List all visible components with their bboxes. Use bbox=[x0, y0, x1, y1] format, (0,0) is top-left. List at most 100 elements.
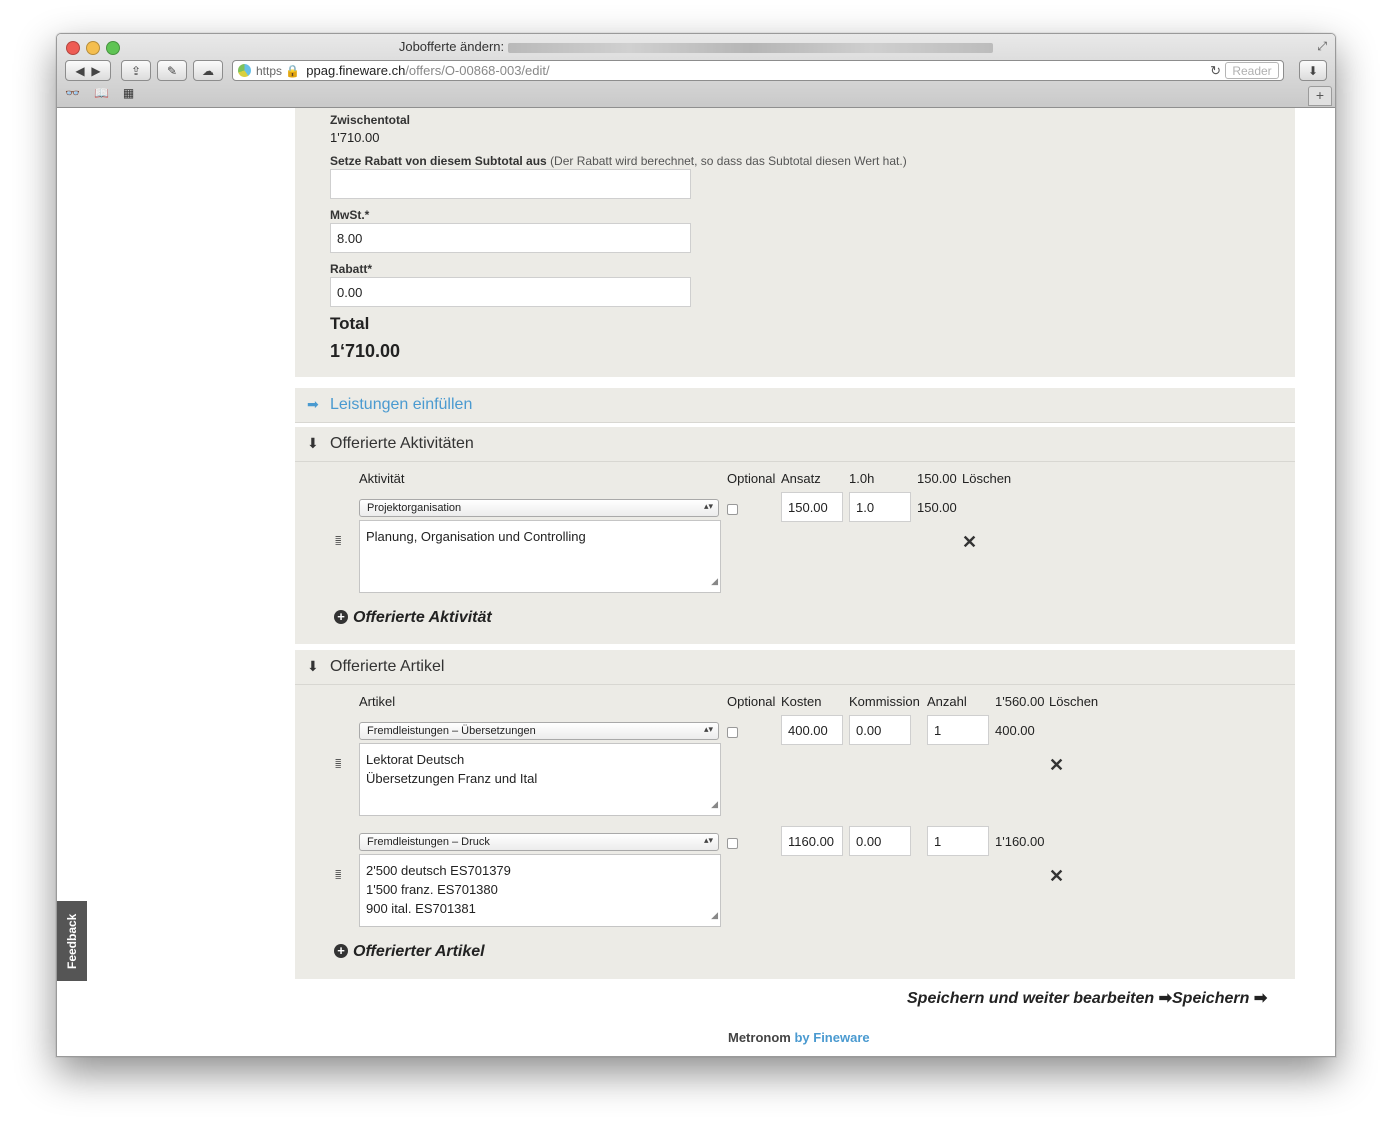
window-title: Jobofferte ändern: bbox=[57, 39, 1335, 54]
browser-window: Jobofferte ändern: ⤢ ◀ ▶ ⇪ ✎ ☁ https 🔒 p… bbox=[56, 33, 1336, 1057]
plus-circle-icon: + bbox=[334, 610, 348, 624]
download-icon: ⬇ bbox=[1307, 63, 1319, 78]
activity-select[interactable]: Projektorganisation ▴▾ bbox=[359, 499, 719, 517]
article-count-input[interactable]: 1 bbox=[927, 715, 989, 745]
arrow-down-icon: ⬇ bbox=[307, 435, 319, 451]
articles-header[interactable]: ⬇ Offerierte Artikel bbox=[295, 650, 1295, 685]
new-tab-button[interactable]: + bbox=[1308, 86, 1332, 106]
col-optional: Optional bbox=[727, 694, 776, 709]
bookmarks-bar: 👓 📖 ▦ bbox=[65, 86, 134, 100]
plus-circle-icon: + bbox=[334, 944, 348, 958]
reader-button[interactable]: Reader bbox=[1225, 62, 1279, 79]
fullscreen-icon[interactable]: ⤢ bbox=[1317, 39, 1327, 54]
discount-from-label: Setze Rabatt von diesem Subtotal aus (De… bbox=[330, 154, 907, 168]
discount-from-input[interactable] bbox=[330, 169, 691, 199]
site-icon bbox=[238, 64, 251, 77]
article-description[interactable]: 2'500 deutsch ES701379 1'500 franz. ES70… bbox=[359, 854, 721, 927]
fill-services-label[interactable]: Leistungen einfüllen bbox=[330, 396, 472, 414]
delete-article-icon[interactable]: ✕ bbox=[1049, 866, 1064, 887]
delete-article-icon[interactable]: ✕ bbox=[1049, 755, 1064, 776]
article-description-text: Lektorat Deutsch Übersetzungen Franz und… bbox=[366, 752, 538, 786]
icloud-button[interactable]: ☁ bbox=[193, 60, 223, 81]
add-article-button[interactable]: + Offerierter Artikel bbox=[334, 943, 485, 961]
tools-button[interactable]: ✎ bbox=[157, 60, 187, 81]
totals-panel: Zwischentotal 1'710.00 Setze Rabatt von … bbox=[295, 108, 1295, 377]
activity-rate-input[interactable]: 150.00 bbox=[781, 492, 843, 522]
save-button[interactable]: Speichern ➡ bbox=[1172, 988, 1267, 1008]
activities-header[interactable]: ⬇ Offerierte Aktivitäten bbox=[295, 427, 1295, 462]
feedback-label: Feedback bbox=[65, 913, 79, 969]
col-rate: Ansatz bbox=[781, 471, 821, 486]
redacted-title bbox=[508, 42, 994, 53]
col-delete: Löschen bbox=[962, 471, 1012, 486]
arrow-right-icon: ➡ bbox=[307, 396, 319, 412]
arrow-right-icon: ➡ bbox=[1253, 990, 1268, 1007]
arrow-down-icon: ⬇ bbox=[307, 658, 319, 674]
discount-input[interactable]: 0.00 bbox=[330, 277, 691, 307]
back-icon[interactable]: ◀ bbox=[75, 64, 84, 78]
activity-description-text: Planung, Organisation und Controlling bbox=[366, 529, 586, 544]
activity-optional-checkbox[interactable] bbox=[727, 504, 738, 515]
article-optional-checkbox[interactable] bbox=[727, 727, 738, 738]
url-scheme: https bbox=[256, 63, 283, 78]
activities-panel: Aktivität Optional Ansatz 1.0h 150.00 Lö… bbox=[295, 462, 1295, 644]
window-title-text: Jobofferte ändern: bbox=[398, 39, 505, 54]
drag-handle-icon[interactable]: ≡ ≡ bbox=[335, 757, 342, 772]
reading-list-icon[interactable]: 👓 bbox=[65, 86, 80, 100]
select-caret-icon: ▴▾ bbox=[703, 835, 713, 845]
discount-label: Rabatt* bbox=[330, 262, 373, 276]
back-forward-buttons[interactable]: ◀ ▶ bbox=[65, 60, 111, 81]
resize-grip-icon[interactable]: ◢ bbox=[711, 795, 718, 814]
cloud-icon: ☁ bbox=[202, 63, 214, 78]
vat-input[interactable]: 8.00 bbox=[330, 223, 691, 253]
article-total: 1'160.00 bbox=[995, 834, 1045, 849]
delete-activity-icon[interactable]: ✕ bbox=[962, 532, 977, 553]
col-cost: Kosten bbox=[781, 694, 822, 709]
wrench-icon: ✎ bbox=[166, 63, 178, 78]
discount-from-label-text: Setze Rabatt von diesem Subtotal aus bbox=[330, 154, 547, 168]
vat-label: MwSt.* bbox=[330, 208, 370, 222]
share-icon: ⇪ bbox=[130, 63, 142, 78]
article-commission-input[interactable]: 0.00 bbox=[849, 715, 911, 745]
address-bar[interactable]: https 🔒 ppag.fineware.ch/offers/O-00868-… bbox=[232, 60, 1284, 81]
article-cost-input[interactable]: 1160.00 bbox=[781, 826, 843, 856]
bookmarks-icon[interactable]: 📖 bbox=[94, 86, 109, 100]
feedback-tab[interactable]: Feedback bbox=[57, 901, 87, 981]
select-caret-icon: ▴▾ bbox=[703, 501, 713, 511]
share-button[interactable]: ⇪ bbox=[121, 60, 151, 81]
add-activity-button[interactable]: + Offerierte Aktivität bbox=[334, 609, 492, 627]
article-commission-input[interactable]: 0.00 bbox=[849, 826, 911, 856]
footer-link[interactable]: by Fineware bbox=[794, 1030, 869, 1045]
article-select[interactable]: Fremdleistungen – Druck ▴▾ bbox=[359, 833, 719, 851]
fill-services-link[interactable]: ➡ Leistungen einfüllen bbox=[295, 388, 1295, 423]
col-optional: Optional bbox=[727, 471, 776, 486]
activity-select-value: Projektorganisation bbox=[367, 502, 462, 514]
article-count-input[interactable]: 1 bbox=[927, 826, 989, 856]
url-host: ppag.fineware.ch bbox=[306, 63, 406, 78]
article-description[interactable]: Lektorat Deutsch Übersetzungen Franz und… bbox=[359, 743, 721, 816]
resize-grip-icon[interactable]: ◢ bbox=[711, 572, 718, 591]
reload-icon[interactable]: ↻ bbox=[1210, 63, 1221, 79]
save-continue-button[interactable]: Speichern und weiter bearbeiten ➡ bbox=[907, 988, 1172, 1008]
col-sum: 150.00 bbox=[917, 471, 957, 486]
top-sites-icon[interactable]: ▦ bbox=[123, 86, 134, 100]
drag-handle-icon[interactable]: ≡ ≡ bbox=[335, 868, 342, 883]
drag-handle-icon[interactable]: ≡ ≡ bbox=[335, 534, 342, 549]
article-select[interactable]: Fremdleistungen – Übersetzungen ▴▾ bbox=[359, 722, 719, 740]
activity-description[interactable]: Planung, Organisation und Controlling ◢ bbox=[359, 520, 721, 593]
activity-hours-input[interactable]: 1.0 bbox=[849, 492, 911, 522]
subtotal-value: 1'710.00 bbox=[330, 130, 380, 145]
total-value: 1‘710.00 bbox=[330, 341, 401, 361]
col-activity: Aktivität bbox=[359, 471, 405, 486]
col-sum: 1'560.00 bbox=[995, 694, 1045, 709]
downloads-button[interactable]: ⬇ bbox=[1299, 60, 1327, 81]
col-count: Anzahl bbox=[927, 694, 967, 709]
article-cost-input[interactable]: 400.00 bbox=[781, 715, 843, 745]
subtotal-label: Zwischentotal bbox=[330, 113, 411, 127]
articles-title: Offerierte Artikel bbox=[330, 658, 445, 675]
browser-chrome: Jobofferte ändern: ⤢ ◀ ▶ ⇪ ✎ ☁ https 🔒 p… bbox=[57, 34, 1335, 108]
resize-grip-icon[interactable]: ◢ bbox=[711, 906, 718, 925]
article-optional-checkbox[interactable] bbox=[727, 838, 738, 849]
col-article: Artikel bbox=[359, 694, 396, 709]
forward-icon[interactable]: ▶ bbox=[91, 64, 100, 78]
